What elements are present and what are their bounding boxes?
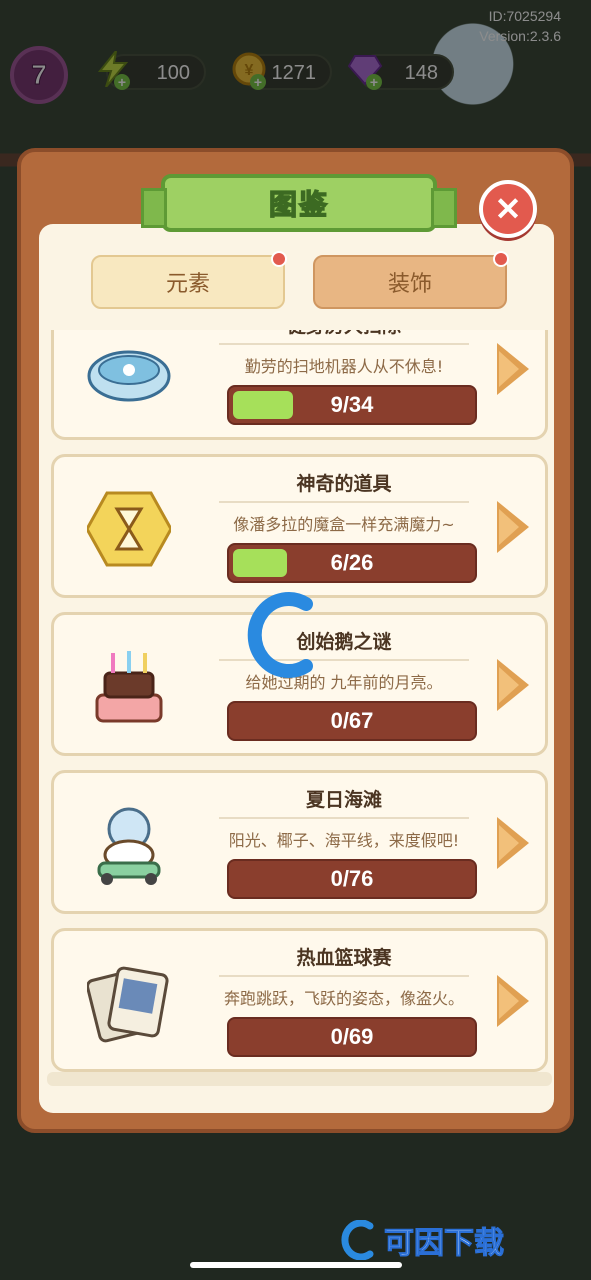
hourglass-icon [84,487,174,571]
divider [219,501,469,503]
goose-scooter-icon [84,803,174,887]
dialog-title-banner: 图鉴 [141,174,457,232]
close-button[interactable]: ✕ [479,180,537,238]
collection-description: 像潘多拉的魔盒一样充满魔力~ [233,515,455,534]
progress-text: 0/67 [330,708,374,733]
collection-list[interactable]: 健身房大扫除 勤劳的扫地机器人从不休息! 9/34 神奇的道具 像潘多拉的魔盒一… [51,330,548,1080]
progress-bar: 0/67 [227,701,477,741]
collection-card[interactable]: 健身房大扫除 勤劳的扫地机器人从不休息! 9/34 [51,330,548,440]
collection-card[interactable]: 神奇的道具 像潘多拉的魔盒一样充满魔力~ 6/26 [51,454,548,598]
progress-text: 0/76 [330,866,374,891]
photo-cards-icon [84,961,174,1045]
progress-bar: 9/34 [227,385,477,425]
tab-elements-label: 元素 [165,272,210,297]
collection-description: 勤劳的扫地机器人从不休息! [244,357,444,376]
brand-logo-icon [341,1220,374,1260]
tab-elements[interactable]: 元素 [91,251,287,309]
collection-name: 健身房大扫除 [214,330,474,338]
collection-card[interactable]: 夏日海滩 阳光、椰子、海平线，来度假吧! 0/76 [51,770,548,914]
collection-name: 热血篮球赛 [296,947,392,969]
progress-text: 0/69 [330,1024,374,1049]
divider [219,343,469,345]
watermark-logo-icon [246,590,322,680]
chevron-right-icon[interactable] [497,343,529,395]
chevron-right-icon[interactable] [497,817,529,869]
chevron-right-icon[interactable] [497,659,529,711]
collection-card[interactable]: 热血篮球赛 奔跑跳跃，飞跃的姿态，像盗火。 0/69 [51,928,548,1072]
chevron-right-icon[interactable] [497,975,529,1027]
progress-bar: 0/69 [227,1017,477,1057]
brand-text: 可因下载 [384,1226,505,1262]
dialog-title: 图鉴 [268,187,329,222]
robot-vacuum-icon [84,330,174,413]
tab-decorations[interactable]: 装饰 [313,251,509,309]
close-icon: ✕ [494,191,522,227]
home-indicator[interactable] [190,1262,402,1268]
notification-dot-icon [271,251,287,267]
tab-decorations-label: 装饰 [387,272,432,297]
collection-description: 奔跑跳跃，飞跃的姿态，像盗火。 [223,989,464,1008]
collection-name: 夏日海滩 [305,789,382,811]
cake-icon [84,645,174,729]
list-bottom-edge [47,1072,552,1086]
collection-name: 神奇的道具 [296,473,392,495]
divider [219,817,469,819]
chevron-right-icon[interactable] [497,501,529,553]
progress-bar: 0/76 [227,859,477,899]
progress-bar: 6/26 [227,543,477,583]
progress-text: 6/26 [330,550,374,575]
notification-dot-icon [493,251,509,267]
collection-description: 阳光、椰子、海平线，来度假吧! [228,831,460,850]
progress-text: 9/34 [330,392,374,417]
divider [219,975,469,977]
brand-watermark: 可因下载 [340,1218,505,1262]
